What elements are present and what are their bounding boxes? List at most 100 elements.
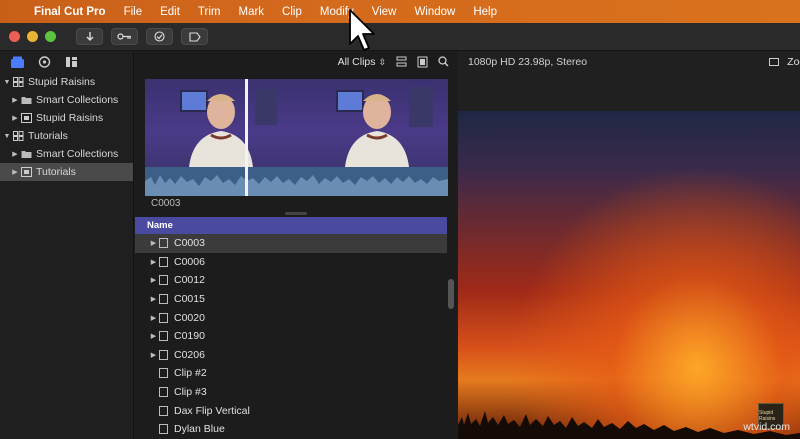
analysis-button[interactable] — [146, 28, 173, 45]
list-scrollbar[interactable] — [448, 279, 454, 309]
audio-waveform — [145, 167, 448, 196]
list-item[interactable]: Clip #3 — [135, 383, 447, 402]
clip-name: Dylan Blue — [174, 423, 225, 436]
clip-name: C0003 — [174, 237, 205, 250]
updown-arrows-icon: ⇳ — [378, 57, 386, 67]
check-icon — [154, 31, 165, 42]
keyword-icon — [117, 33, 131, 40]
disclosure-open-icon[interactable]: ▼ — [3, 133, 11, 140]
disclosure-closed-icon[interactable]: ▶ — [149, 258, 158, 266]
list-item[interactable]: Dylan Blue — [135, 420, 447, 439]
disclosure-closed-icon[interactable]: ▶ — [11, 114, 19, 122]
sidebar-item-label: Tutorials — [36, 166, 76, 178]
background-tasks-button[interactable] — [181, 28, 208, 45]
clip-filmstrip[interactable] — [145, 79, 448, 196]
list-item[interactable]: ▶ C0006 — [135, 253, 447, 272]
filmstrip-icon — [159, 387, 168, 398]
clip-name: Clip #3 — [174, 386, 207, 399]
minimize-button[interactable] — [27, 31, 38, 42]
libraries-sidebar: ▼ Stupid Raisins ▶ Smart Collections ▶ S… — [0, 51, 134, 439]
import-icon — [86, 32, 93, 41]
menu-clip[interactable]: Clip — [273, 6, 311, 18]
import-button[interactable] — [76, 28, 103, 45]
filmstrip-icon — [159, 368, 168, 379]
folder-icon — [21, 97, 32, 104]
menu-app-name[interactable]: Final Cut Pro — [30, 6, 115, 18]
disclosure-closed-icon[interactable]: ▶ — [149, 351, 158, 359]
mouse-pointer-icon — [349, 9, 375, 51]
sidebar-item-label: Stupid Raisins — [36, 112, 104, 124]
column-label: Name — [147, 220, 173, 231]
event-icon — [21, 167, 32, 177]
close-button[interactable] — [9, 31, 20, 42]
disclosure-closed-icon[interactable]: ▶ — [149, 314, 158, 322]
library-icon — [13, 77, 24, 87]
menu-window[interactable]: Window — [405, 6, 464, 18]
list-item[interactable]: ▶ C0012 — [135, 271, 447, 290]
disclosure-closed-icon[interactable]: ▶ — [149, 295, 158, 303]
viewer-options-icon — [769, 58, 780, 66]
browser-pane: All Clips ⇳ C0003 Name ▶ C0003 ▶ C0006 ▶… — [135, 51, 457, 439]
sidebar-tabs — [0, 51, 133, 73]
list-item[interactable]: ▶ C0020 — [135, 308, 447, 327]
filmstrip-icon — [159, 275, 168, 286]
disclosure-closed-icon[interactable]: ▶ — [11, 150, 19, 158]
list-item[interactable]: ▶ C0190 — [135, 327, 447, 346]
clip-appearance-icon[interactable] — [396, 56, 407, 68]
filmstrip-icon — [159, 349, 168, 360]
disclosure-closed-icon[interactable]: ▶ — [11, 96, 19, 104]
titles-generators-icon[interactable] — [64, 55, 79, 69]
disclosure-closed-icon[interactable]: ▶ — [149, 332, 158, 340]
disclosure-open-icon[interactable]: ▼ — [3, 79, 11, 86]
clip-name: Dax Flip Vertical — [174, 404, 250, 417]
keyword-button[interactable] — [111, 28, 138, 45]
zoom-label: Zoom — [787, 56, 800, 68]
clip-list: ▶ C0003 ▶ C0006 ▶ C0012 ▶ C0015 ▶ C0020 … — [135, 234, 447, 439]
sidebar-event-stupid-raisins[interactable]: ▶ Stupid Raisins — [0, 109, 133, 127]
clip-name: C0020 — [174, 311, 205, 324]
libraries-icon[interactable] — [10, 55, 25, 69]
sidebar-item-label: Smart Collections — [36, 94, 119, 106]
app-window: Final Cut Pro File Edit Trim Mark Clip M… — [0, 0, 800, 439]
menu-trim[interactable]: Trim — [189, 6, 230, 18]
pane-resize-handle[interactable] — [285, 212, 307, 215]
list-column-header-name[interactable]: Name — [135, 217, 447, 234]
filmstrip-view-icon[interactable] — [417, 56, 428, 68]
sidebar-smart-collections[interactable]: ▶ Smart Collections — [0, 145, 133, 163]
viewer-pane: 1080p HD 23.98p, Stereo Zoom Stupid Rais… — [458, 51, 800, 439]
menu-bar: Final Cut Pro File Edit Trim Mark Clip M… — [0, 0, 800, 23]
disclosure-closed-icon[interactable]: ▶ — [149, 239, 158, 247]
list-item[interactable]: ▶ C0015 — [135, 290, 447, 309]
list-item[interactable]: Dax Flip Vertical — [135, 401, 447, 420]
list-item[interactable]: ▶ C0206 — [135, 346, 447, 365]
menu-mark[interactable]: Mark — [229, 6, 273, 18]
clip-filter-popup[interactable]: All Clips ⇳ — [338, 56, 386, 68]
list-item[interactable]: Clip #2 — [135, 364, 447, 383]
sidebar-library-tutorials[interactable]: ▼ Tutorials — [0, 127, 133, 145]
sidebar-item-label: Tutorials — [28, 130, 68, 142]
sidebar-event-tutorials[interactable]: ▶ Tutorials — [0, 163, 133, 181]
background-tasks-icon — [188, 31, 201, 42]
menu-help[interactable]: Help — [464, 6, 506, 18]
viewer-video-frame[interactable]: Stupid Raisins — [458, 111, 800, 439]
menu-file[interactable]: File — [115, 6, 152, 18]
disclosure-closed-icon[interactable]: ▶ — [149, 276, 158, 284]
photos-audio-icon[interactable] — [37, 55, 52, 69]
sidebar-library-stupid-raisins[interactable]: ▼ Stupid Raisins — [0, 73, 133, 91]
skimmer-playhead[interactable] — [245, 79, 248, 196]
zoom-button[interactable] — [45, 31, 56, 42]
zoom-popup[interactable]: Zoom — [769, 56, 800, 68]
library-icon — [13, 131, 24, 141]
watermark-text: wtvid.com — [743, 421, 790, 433]
filmstrip-icon — [159, 331, 168, 342]
menu-edit[interactable]: Edit — [151, 6, 189, 18]
list-item[interactable]: ▶ C0003 — [135, 234, 447, 253]
search-icon[interactable] — [438, 56, 449, 68]
sidebar-smart-collections[interactable]: ▶ Smart Collections — [0, 91, 133, 109]
clip-name: C0206 — [174, 348, 205, 361]
disclosure-closed-icon[interactable]: ▶ — [11, 168, 19, 176]
clip-filter-label: All Clips — [337, 56, 376, 68]
event-icon — [21, 113, 32, 123]
sidebar-item-label: Stupid Raisins — [28, 76, 96, 88]
clip-name: Clip #2 — [174, 367, 207, 380]
